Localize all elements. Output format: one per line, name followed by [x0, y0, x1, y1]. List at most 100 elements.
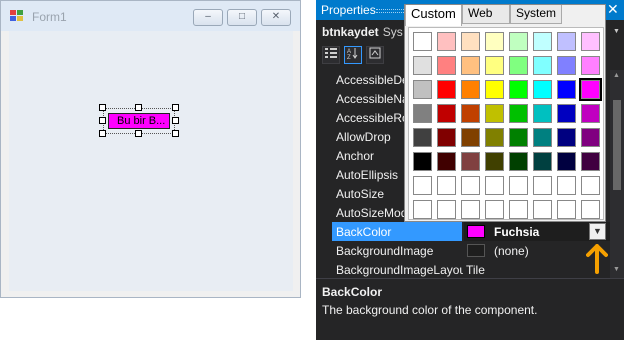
color-cell[interactable]: [485, 32, 504, 51]
color-cell[interactable]: [581, 200, 600, 219]
color-cell[interactable]: [461, 104, 480, 123]
color-cell[interactable]: [413, 128, 432, 147]
color-cell[interactable]: [413, 152, 432, 171]
color-cell[interactable]: [413, 80, 432, 99]
tab-custom[interactable]: Custom: [405, 5, 462, 26]
color-cell[interactable]: [581, 176, 600, 195]
color-cell[interactable]: [557, 56, 576, 75]
property-name: BackgroundImage: [336, 244, 434, 258]
color-cell[interactable]: [557, 80, 576, 99]
color-cell[interactable]: [437, 176, 456, 195]
color-cell[interactable]: [485, 80, 504, 99]
color-cell[interactable]: [461, 56, 480, 75]
color-cell[interactable]: [485, 152, 504, 171]
minimize-button[interactable]: –: [193, 9, 223, 26]
color-cell[interactable]: [437, 200, 456, 219]
color-cell[interactable]: [413, 176, 432, 195]
close-icon[interactable]: ✕: [607, 1, 619, 18]
resize-handle-top[interactable]: [135, 104, 142, 111]
alphabetical-icon[interactable]: AZ: [344, 46, 362, 64]
categorized-icon[interactable]: [322, 46, 340, 64]
tab-system[interactable]: System: [510, 5, 562, 24]
color-cell[interactable]: [437, 128, 456, 147]
btnkaydet-button[interactable]: Bu bir B...: [108, 113, 170, 129]
color-cell[interactable]: [437, 152, 456, 171]
color-cell[interactable]: [437, 32, 456, 51]
resize-handle-left[interactable]: [99, 117, 106, 124]
property-pages-icon[interactable]: [366, 46, 384, 64]
color-cell[interactable]: [533, 128, 552, 147]
color-cell[interactable]: [509, 128, 528, 147]
color-cell[interactable]: [533, 56, 552, 75]
color-cell[interactable]: [485, 128, 504, 147]
resize-handle-right[interactable]: [172, 117, 179, 124]
color-cell[interactable]: [533, 176, 552, 195]
color-cell[interactable]: [485, 200, 504, 219]
color-cell[interactable]: [413, 104, 432, 123]
resize-handle-bottom[interactable]: [135, 130, 142, 137]
scroll-thumb[interactable]: [613, 100, 621, 190]
color-cell[interactable]: [533, 200, 552, 219]
color-cell[interactable]: [581, 32, 600, 51]
form-client-area[interactable]: [9, 31, 293, 291]
color-cell[interactable]: [485, 104, 504, 123]
property-row[interactable]: BackgroundImage (none): [316, 241, 610, 260]
scroll-down-icon[interactable]: ▼: [613, 266, 620, 273]
color-cell[interactable]: [509, 200, 528, 219]
color-cell[interactable]: [461, 32, 480, 51]
color-cell[interactable]: [461, 80, 480, 99]
resize-handle-bottom-right[interactable]: [172, 130, 179, 137]
color-cell[interactable]: [509, 80, 528, 99]
resize-handle-top-left[interactable]: [99, 104, 106, 111]
color-cell[interactable]: [413, 56, 432, 75]
color-cell[interactable]: [557, 128, 576, 147]
property-scrollbar[interactable]: ▲ ▼: [610, 70, 624, 278]
color-cell[interactable]: [461, 176, 480, 195]
color-cell[interactable]: [461, 152, 480, 171]
close-button[interactable]: ✕: [261, 9, 291, 26]
color-cell[interactable]: [533, 80, 552, 99]
color-cell[interactable]: [509, 32, 528, 51]
color-cell[interactable]: [557, 176, 576, 195]
property-row[interactable]: BackColor Fuchsia ▼: [316, 222, 610, 241]
resize-handle-top-right[interactable]: [172, 104, 179, 111]
object-dropdown-icon[interactable]: ▼: [613, 28, 620, 35]
color-cell[interactable]: [485, 176, 504, 195]
drag-grip[interactable]: [376, 9, 406, 13]
resize-handle-bottom-left[interactable]: [99, 130, 106, 137]
color-cell[interactable]: [557, 200, 576, 219]
maximize-button[interactable]: □: [227, 9, 257, 26]
tab-web[interactable]: Web: [462, 5, 510, 24]
color-cell[interactable]: [509, 104, 528, 123]
color-cell[interactable]: [557, 32, 576, 51]
color-cell[interactable]: [437, 56, 456, 75]
color-cell[interactable]: [461, 128, 480, 147]
color-cell[interactable]: [437, 80, 456, 99]
color-cell[interactable]: [533, 152, 552, 171]
color-cell[interactable]: [509, 56, 528, 75]
dropdown-button[interactable]: ▼: [589, 223, 606, 240]
object-selector[interactable]: btnkaydet Sys: [322, 25, 403, 39]
color-cell[interactable]: [579, 78, 602, 101]
form-titlebar: Form1 – □ ✕: [1, 1, 300, 31]
color-cell[interactable]: [533, 104, 552, 123]
color-cell[interactable]: [557, 152, 576, 171]
color-cell[interactable]: [485, 56, 504, 75]
property-row[interactable]: BackgroundImageLayout Tile: [316, 260, 610, 279]
color-cell[interactable]: [581, 56, 600, 75]
color-cell[interactable]: [581, 128, 600, 147]
form-designer-window: Form1 – □ ✕ Bu bir B...: [0, 0, 301, 298]
description-pane: BackColor The background color of the co…: [316, 278, 624, 340]
color-cell[interactable]: [413, 200, 432, 219]
color-cell[interactable]: [413, 32, 432, 51]
scroll-up-icon[interactable]: ▲: [613, 72, 620, 79]
color-cell[interactable]: [509, 152, 528, 171]
object-type: Sys: [382, 25, 403, 39]
color-cell[interactable]: [437, 104, 456, 123]
color-cell[interactable]: [581, 152, 600, 171]
color-cell[interactable]: [581, 104, 600, 123]
color-cell[interactable]: [509, 176, 528, 195]
color-cell[interactable]: [461, 200, 480, 219]
color-cell[interactable]: [533, 32, 552, 51]
color-cell[interactable]: [557, 104, 576, 123]
